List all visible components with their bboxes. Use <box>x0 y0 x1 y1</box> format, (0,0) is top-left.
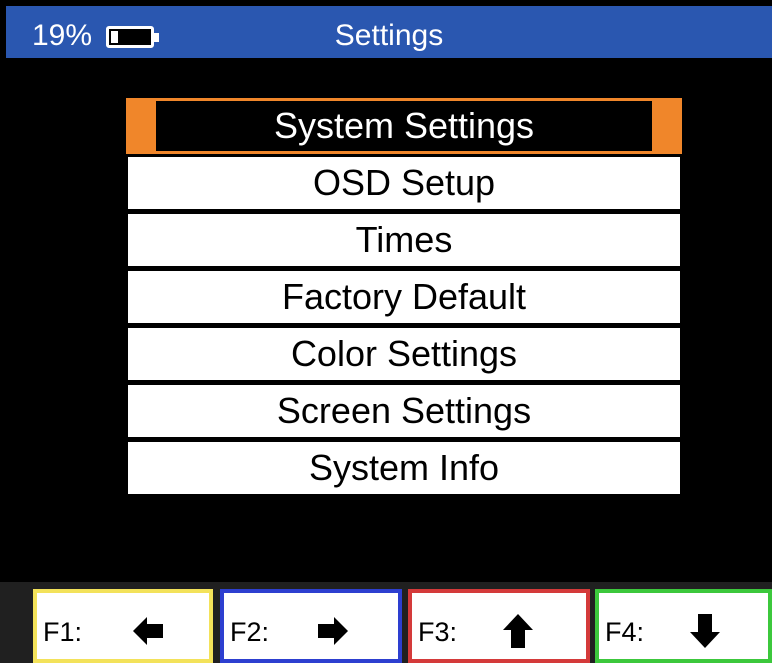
menu-item-label: Color Settings <box>290 333 518 374</box>
arrow-down-icon <box>690 614 720 648</box>
menu-item-color-settings[interactable]: Color Settings <box>126 326 682 382</box>
menu-item-factory-default[interactable]: Factory Default <box>126 269 682 325</box>
f3-label: F3: <box>418 617 458 647</box>
device-screen: 19% Settings System Settings OSD Setup T… <box>0 0 772 663</box>
f1-label: F1: <box>43 617 83 647</box>
f4-down-button[interactable]: F4: <box>595 589 772 663</box>
menu-item-label: Screen Settings <box>276 390 532 431</box>
page-title: Settings <box>334 19 444 52</box>
settings-menu: System Settings OSD Setup Times Factory … <box>126 98 682 497</box>
f2-label: F2: <box>230 617 270 647</box>
f4-label: F4: <box>605 617 645 647</box>
menu-item-label: OSD Setup <box>312 162 496 203</box>
f3-up-button[interactable]: F3: <box>408 589 590 663</box>
f2-right-button[interactable]: F2: <box>220 589 402 663</box>
title-bar: 19% Settings <box>6 6 772 58</box>
menu-item-label: Times <box>355 219 453 260</box>
arrow-up-icon <box>503 614 533 648</box>
menu-item-times[interactable]: Times <box>126 212 682 268</box>
menu-item-system-settings[interactable]: System Settings <box>126 98 682 154</box>
menu-item-label: System Info <box>308 447 500 488</box>
menu-item-system-info[interactable]: System Info <box>126 440 682 496</box>
arrow-left-icon <box>133 617 163 645</box>
f1-left-button[interactable]: F1: <box>33 589 213 663</box>
menu-item-screen-settings[interactable]: Screen Settings <box>126 383 682 439</box>
function-key-bar: F1: F2: F3: F4: <box>0 582 772 663</box>
menu-item-label: System Settings <box>156 101 652 151</box>
menu-item-label: Factory Default <box>281 276 527 317</box>
menu-item-osd-setup[interactable]: OSD Setup <box>126 155 682 211</box>
arrow-right-icon <box>318 617 348 645</box>
